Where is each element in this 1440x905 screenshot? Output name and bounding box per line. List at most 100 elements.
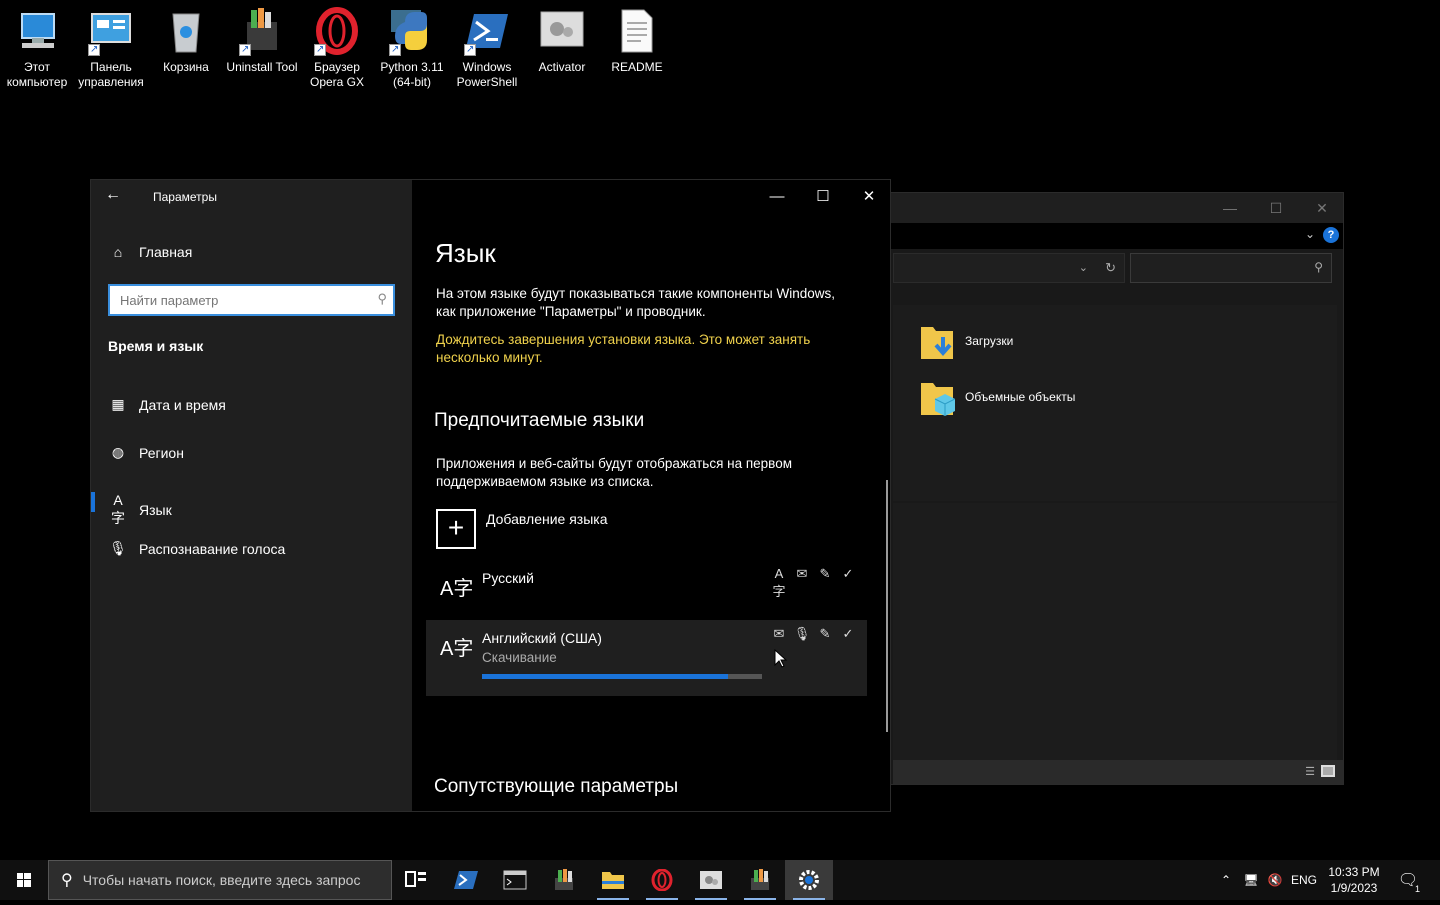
- language-description: На этом языке будут показываться такие к…: [436, 286, 836, 319]
- language-name: Английский (США): [482, 630, 602, 646]
- search-icon: ⚲: [377, 291, 387, 306]
- taskbar-uninstall-tool[interactable]: [540, 860, 588, 900]
- activator-icon: [700, 871, 722, 889]
- taskbar-activator[interactable]: [687, 860, 735, 900]
- details-view-icon[interactable]: ☰: [1305, 765, 1315, 778]
- powershell-icon: [462, 6, 512, 57]
- taskbar-uninstall-tool-running[interactable]: [736, 860, 784, 900]
- settings-sidebar: ← Параметры ⌂ Главная ⚲ Время и язык ▦ Д…: [91, 180, 412, 811]
- chevron-down-icon[interactable]: ⌄: [1305, 227, 1315, 241]
- volume-muted-icon[interactable]: 🔇: [1264, 860, 1286, 900]
- settings-search-input[interactable]: [110, 286, 350, 314]
- settings-minimize-button[interactable]: —: [754, 180, 800, 214]
- desktop-icon-activator[interactable]: Activator: [525, 6, 599, 75]
- taskbar-search-box[interactable]: ⚲ Чтобы начать поиск, введите здесь запр…: [48, 860, 392, 900]
- microphone-icon: 🎙: [109, 540, 127, 556]
- folder-item-3d-objects[interactable]: Объемные объекты: [919, 377, 1075, 417]
- windows-logo-icon: [17, 873, 31, 887]
- explorer-minimize-button[interactable]: —: [1207, 193, 1253, 223]
- file-explorer-icon: [602, 872, 624, 889]
- language-icon: A字: [440, 578, 474, 600]
- opera-icon: [651, 869, 673, 891]
- globe-icon: ◍: [111, 444, 125, 460]
- sidebar-item-region[interactable]: ◍ Регион: [109, 444, 184, 461]
- folder-label: Объемные объекты: [965, 390, 1076, 404]
- settings-window[interactable]: ← Параметры ⌂ Главная ⚲ Время и язык ▦ Д…: [90, 179, 891, 812]
- recycle-bin-icon: [161, 6, 211, 56]
- clock-date: 1/9/2023: [1330, 881, 1378, 895]
- desktop-icon-powershell[interactable]: Windows PowerShell: [450, 6, 524, 90]
- mouse-cursor-icon: [774, 649, 788, 668]
- taskbar-search-placeholder: Чтобы начать поиск, введите здесь запрос: [82, 872, 361, 888]
- preferred-languages-description: Приложения и веб-сайты будут отображатьс…: [436, 456, 792, 489]
- show-hidden-icons-button[interactable]: ⌃: [1216, 860, 1236, 900]
- handwriting-icon: ✎: [819, 626, 831, 641]
- chevron-up-icon: ⌃: [1220, 873, 1232, 887]
- explorer-address-bar[interactable]: ⌄ ↻: [893, 253, 1125, 283]
- microphone-icon: 🎙: [793, 626, 811, 641]
- document-icon: [612, 6, 662, 56]
- desktop-icon-label: Панель управления: [78, 60, 144, 89]
- explorer-titlebar[interactable]: — ☐ ✕: [887, 193, 1343, 223]
- explorer-window[interactable]: — ☐ ✕ ⌄ ? ⌄ ↻ ⚲ Загрузки Объемные объект…: [886, 192, 1344, 785]
- desktop-icon-opera-gx[interactable]: Браузер Opera GX: [300, 6, 374, 90]
- sidebar-item-date-time[interactable]: ▦ Дата и время: [109, 396, 225, 413]
- explorer-maximize-button[interactable]: ☐: [1253, 193, 1299, 223]
- taskbar-opera[interactable]: [638, 860, 686, 900]
- explorer-close-button[interactable]: ✕: [1299, 193, 1345, 223]
- scrollbar[interactable]: [886, 480, 888, 732]
- display-language-icon: A字: [772, 566, 786, 599]
- desktop-icon-this-pc[interactable]: Этот компьютер: [0, 6, 74, 90]
- explorer-search-input[interactable]: ⚲: [1130, 253, 1332, 283]
- uninstall-tool-icon: [555, 869, 573, 890]
- sidebar-item-label: Язык: [139, 502, 172, 518]
- desktop-icon-label: Браузер Opera GX: [309, 60, 365, 89]
- desktop-icon-control-panel[interactable]: Панель управления: [74, 6, 148, 90]
- sidebar-item-home[interactable]: ⌂ Главная: [109, 244, 193, 260]
- help-icon[interactable]: ?: [1323, 227, 1339, 243]
- desktop-icon-label: Python 3.11 (64-bit): [380, 60, 444, 89]
- back-arrow-icon[interactable]: ←: [105, 186, 121, 204]
- task-view-icon: [405, 871, 426, 887]
- language-icon: A字: [111, 492, 125, 526]
- add-language-label[interactable]: Добавление языка: [486, 511, 608, 527]
- start-button[interactable]: [0, 860, 48, 900]
- downloads-folder-icon: [919, 321, 955, 361]
- settings-main: — ☐ ✕ Язык На этом языке будут показыват…: [412, 180, 890, 811]
- sidebar-item-label: Регион: [139, 444, 184, 461]
- action-center-button[interactable]: 🗨 1: [1392, 860, 1424, 900]
- desktop-icon-recycle-bin[interactable]: Корзина: [149, 6, 223, 75]
- network-icon[interactable]: 🖥: [1240, 860, 1262, 900]
- sidebar-item-label: Главная: [139, 244, 193, 260]
- download-progress-fill: [482, 674, 729, 679]
- sidebar-item-speech[interactable]: 🎙 Распознавание голоса: [109, 540, 285, 557]
- input-language-indicator[interactable]: ENG: [1288, 860, 1320, 900]
- download-progress-bar: [482, 674, 762, 679]
- desktop-icon-python[interactable]: Python 3.11 (64-bit): [375, 6, 449, 90]
- desktop-icon-uninstall-tool[interactable]: Uninstall Tool: [225, 6, 299, 75]
- refresh-icon[interactable]: ↻: [1105, 260, 1116, 276]
- settings-search-field[interactable]: ⚲: [108, 284, 395, 316]
- folder-item-downloads[interactable]: Загрузки: [919, 321, 1013, 361]
- large-icons-view-icon[interactable]: [1321, 765, 1335, 777]
- control-panel-icon: [86, 6, 136, 57]
- taskbar-settings[interactable]: [785, 860, 833, 900]
- clock[interactable]: 10:33 PM 1/9/2023: [1322, 860, 1386, 900]
- preferred-languages-heading: Предпочитаемые языки: [434, 410, 645, 431]
- taskbar: ⚲ Чтобы начать поиск, введите здесь запр…: [0, 860, 1440, 900]
- language-item-english-us[interactable]: A字 Английский (США) Скачивание ✉ 🎙 ✎ ✓: [426, 620, 867, 696]
- taskbar-terminal[interactable]: [491, 860, 539, 900]
- settings-close-button[interactable]: ✕: [846, 180, 890, 214]
- terminal-icon: [503, 870, 527, 890]
- settings-maximize-button[interactable]: ☐: [800, 180, 846, 214]
- download-status: Скачивание: [482, 650, 557, 665]
- folder-label: Загрузки: [965, 334, 1014, 348]
- task-view-button[interactable]: [392, 860, 440, 900]
- desktop-icon-readme[interactable]: README: [600, 6, 674, 75]
- taskbar-powershell[interactable]: [442, 860, 490, 900]
- sidebar-item-language[interactable]: A字 Язык: [109, 492, 172, 528]
- desktop-icon-label: README: [611, 60, 663, 74]
- add-language-button[interactable]: +: [436, 509, 476, 549]
- taskbar-file-explorer[interactable]: [589, 860, 637, 900]
- chevron-down-icon[interactable]: ⌄: [1079, 261, 1088, 274]
